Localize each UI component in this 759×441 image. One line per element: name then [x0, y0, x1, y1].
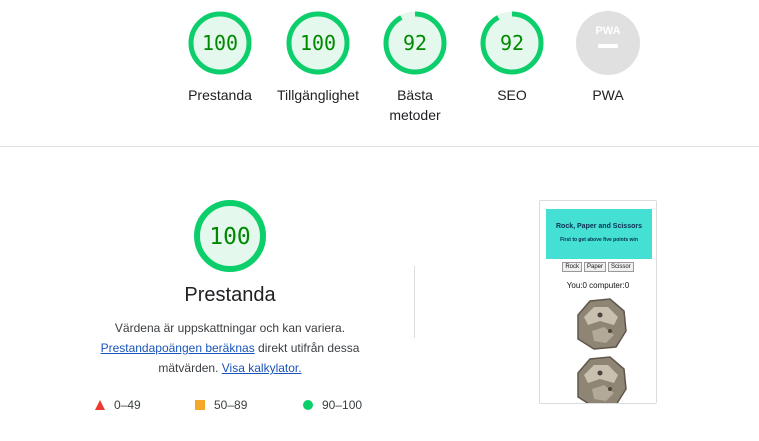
gauge-label: Tillgänglighet	[277, 87, 359, 103]
gauge-score: 100	[202, 31, 238, 55]
rock-icon	[577, 298, 627, 350]
thumb-paper-button: Paper	[583, 262, 606, 272]
gauge-pwa[interactable]: PWA PWA	[558, 10, 658, 105]
legend-pass: 90–100	[303, 397, 362, 413]
triangle-icon	[95, 400, 105, 410]
performance-title: Prestanda	[184, 284, 276, 306]
legend-fail: 0–49	[95, 397, 141, 413]
gauge-ring: 100	[286, 11, 350, 75]
gauge-score: 100	[300, 31, 336, 55]
circle-icon	[303, 400, 313, 410]
vertical-separator	[414, 266, 415, 338]
gauge-ring: 92	[480, 11, 544, 75]
performance-big-gauge: 100	[192, 198, 268, 274]
legend-range: 50–89	[214, 398, 248, 412]
gauge-score: 100	[209, 224, 251, 250]
thumb-header: Rock, Paper and Scissors First to get ab…	[546, 209, 652, 259]
square-icon	[195, 400, 205, 410]
pwa-badge-text: PWA	[595, 25, 620, 37]
score-calculation-link[interactable]: Prestandapoängen beräknas	[101, 341, 255, 355]
gauge-score: 92	[500, 31, 524, 55]
performance-description: Värdena är uppskattningar och kan varier…	[90, 318, 370, 378]
desc-line: Värdena är uppskattningar och kan varier…	[114, 321, 346, 335]
gauge-label: Prestanda	[188, 87, 252, 103]
section-divider	[0, 146, 759, 147]
thumb-score: You:0 computer:0	[566, 281, 630, 290]
thumb-subtitle: First to get above five points win	[560, 237, 638, 243]
pwa-badge-icon: PWA	[576, 11, 640, 75]
page-screenshot-thumbnail[interactable]: Rock, Paper and Scissors First to get ab…	[539, 200, 657, 404]
rock-icon	[577, 356, 627, 403]
legend-average: 50–89	[195, 397, 247, 413]
gauge-score: 92	[403, 31, 427, 55]
gauge-ring: 92	[383, 11, 447, 75]
view-calculator-link[interactable]: Visa kalkylator.	[222, 361, 302, 375]
thumb-title: Rock, Paper and Scissors	[556, 223, 642, 230]
gauge-performance[interactable]: 100 Prestanda	[170, 10, 270, 105]
gauge-label: PWA	[592, 87, 624, 103]
gauge-accessibility[interactable]: 100 Tillgänglighet	[268, 10, 368, 105]
gauge-best-practices[interactable]: 92 Bästa metoder	[365, 10, 465, 125]
gauge-ring: 100	[188, 11, 252, 75]
gauge-label: SEO	[497, 87, 527, 103]
gauge-ring: 100	[194, 200, 266, 272]
thumb-buttons: Rock Paper Scissor	[540, 262, 656, 272]
thumb-scissor-button: Scissor	[608, 262, 634, 272]
thumb-rock-button: Rock	[562, 262, 582, 272]
legend-range: 0–49	[114, 398, 141, 412]
gauge-label: Bästa metoder	[389, 87, 441, 123]
pwa-dash	[598, 44, 618, 48]
legend-range: 90–100	[322, 398, 363, 412]
gauge-seo[interactable]: 92 SEO	[462, 10, 562, 105]
